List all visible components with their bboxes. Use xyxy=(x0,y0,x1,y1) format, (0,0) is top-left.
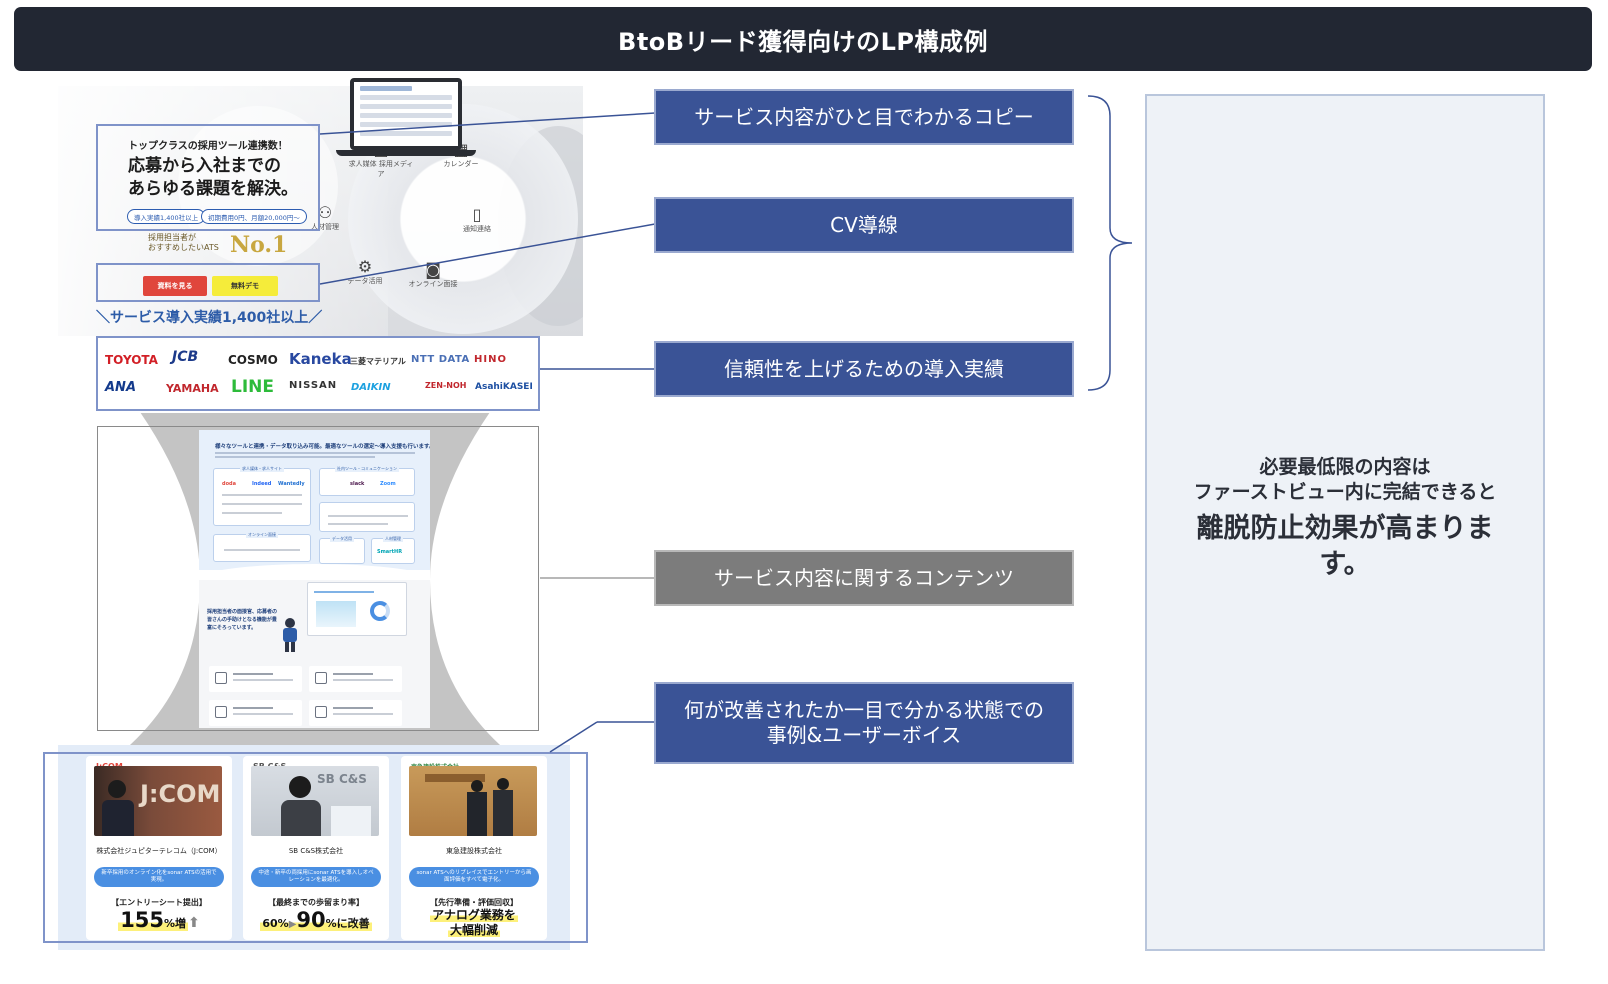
callout-copy: サービス内容がひと目でわかるコピー xyxy=(654,89,1074,145)
callout-content: サービス内容に関するコンテンツ xyxy=(654,550,1074,606)
summary-text: 必要最低限の内容は ファーストビュー内に完結できると 離脱防止効果が高まりま す… xyxy=(1193,456,1497,580)
callout-cv: CV導線 xyxy=(654,197,1074,253)
callout-trust: 信頼性を上げるための導入実績 xyxy=(654,341,1074,397)
callout-case: 何が改善されたか一目で分かる状態での 事例&ユーザーボイス xyxy=(654,682,1074,764)
bracket xyxy=(1087,95,1133,391)
